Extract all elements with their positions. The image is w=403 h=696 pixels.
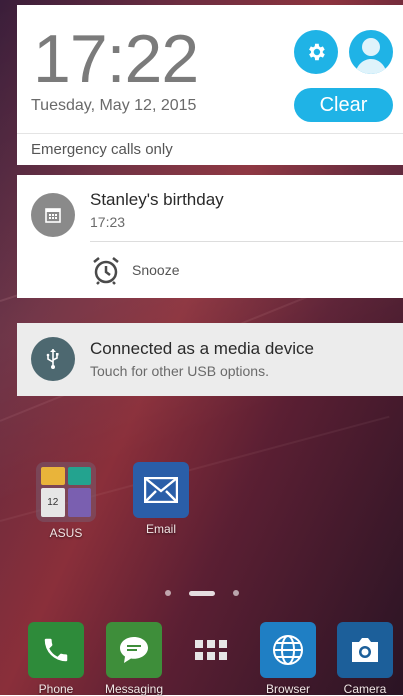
camera-icon [337, 622, 393, 678]
app-drawer-icon [183, 622, 239, 678]
notification-title: Stanley's birthday [90, 190, 224, 209]
notification-time: 17:23 [90, 214, 126, 230]
dock-app-phone[interactable]: Phone [28, 622, 84, 696]
calendar-mini-icon: 12 [41, 488, 65, 517]
date-label: Tuesday, May 12, 2015 [31, 97, 197, 114]
clear-button[interactable]: Clear [294, 88, 393, 122]
calendar-icon [31, 193, 75, 237]
shade-header: 17:22 Tuesday, May 12, 2015 Clear [17, 5, 403, 133]
page-indicator [0, 590, 403, 596]
folder-icon: 12 [36, 462, 96, 522]
email-icon [133, 462, 189, 518]
notification-usb[interactable]: Connected as a media device Touch for ot… [17, 323, 403, 396]
app-label: Camera [343, 682, 387, 696]
gear-icon [309, 43, 325, 61]
usb-icon [31, 337, 75, 381]
notification-title: Connected as a media device [90, 339, 314, 358]
app-drawer-button[interactable] [183, 622, 239, 678]
messaging-icon [106, 622, 163, 678]
person-icon [355, 38, 387, 74]
dock-app-messaging[interactable]: Messaging [105, 622, 163, 696]
notification-calendar[interactable]: Stanley's birthday 17:23 Snooze [17, 175, 403, 298]
phone-icon [28, 622, 84, 678]
emergency-status: Emergency calls only [17, 133, 403, 165]
app-label: Browser [265, 682, 310, 696]
app-label: Email [145, 522, 176, 536]
globe-icon [260, 622, 316, 678]
app-label: Phone [38, 682, 74, 696]
app-label: ASUS [49, 526, 83, 540]
snooze-button[interactable]: Snooze [90, 242, 179, 297]
user-avatar-button[interactable] [349, 30, 393, 74]
app-email[interactable]: Email [133, 462, 189, 536]
dock-app-camera[interactable]: Camera [337, 622, 393, 696]
emergency-label: Emergency calls only [31, 141, 173, 158]
alarm-clock-icon [93, 256, 119, 285]
dock-app-browser[interactable]: Browser [260, 622, 316, 696]
app-label: Messaging [105, 682, 164, 696]
app-folder-asus[interactable]: 12 ASUS [36, 462, 96, 540]
settings-button[interactable] [294, 30, 338, 74]
clock: 17:22 [33, 21, 199, 97]
snooze-label: Snooze [132, 261, 180, 278]
notification-subtitle: Touch for other USB options. [90, 363, 269, 379]
